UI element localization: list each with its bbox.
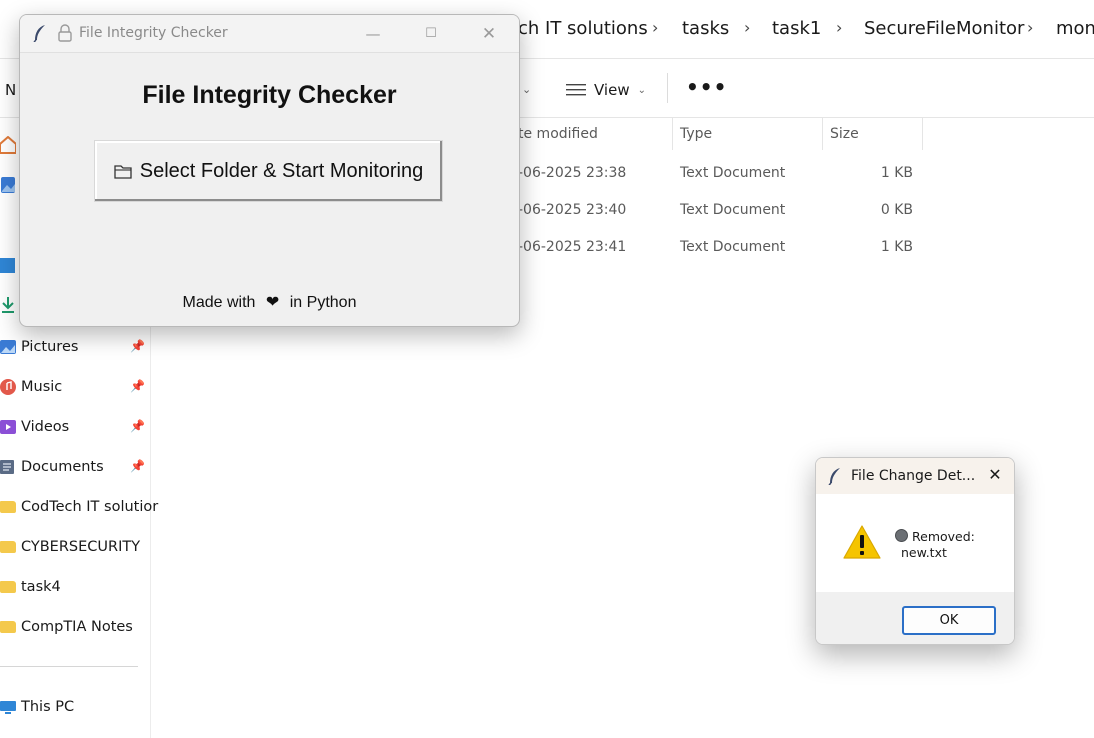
file-integrity-checker-window: File Integrity Checker — ☐ ✕ File Integr… — [19, 14, 520, 327]
breadcrumb-chevron-icon[interactable]: › — [1027, 18, 1033, 37]
minimize-button[interactable]: — — [362, 23, 384, 45]
pin-icon[interactable]: 📌 — [130, 419, 145, 433]
footer-suffix: in Python — [289, 294, 357, 311]
file-type: Text Document — [680, 202, 786, 218]
sidebar-item-label: Music — [21, 379, 63, 395]
column-header-type[interactable]: Type — [680, 126, 712, 142]
feather-icon — [828, 468, 840, 485]
lock-icon — [58, 24, 72, 42]
download-icon[interactable] — [0, 296, 16, 314]
new-button[interactable]: N — [5, 81, 16, 99]
column-divider[interactable] — [822, 118, 823, 150]
toolbar-divider — [667, 73, 668, 103]
sidebar-item-this-pc[interactable]: This PC — [0, 688, 150, 728]
file-type: Text Document — [680, 239, 786, 255]
footer-prefix: Made with — [182, 294, 256, 311]
sidebar-item-label: Documents — [21, 459, 104, 475]
ok-button[interactable]: OK — [902, 606, 996, 635]
pin-icon[interactable]: 📌 — [130, 379, 145, 393]
sidebar-item-music[interactable]: Music 📌 — [0, 368, 150, 408]
sidebar-item-task4[interactable]: task4 — [0, 568, 150, 608]
breadcrumb-item-codtech[interactable]: ch IT solutions — [518, 18, 648, 39]
sidebar-item-documents[interactable]: Documents 📌 — [0, 448, 150, 488]
column-header-size[interactable]: Size — [830, 126, 859, 142]
breadcrumb-item-monitor[interactable]: moni — [1056, 18, 1094, 39]
folder-icon — [114, 164, 132, 179]
folder-icon — [0, 581, 16, 593]
breadcrumb-item-securefilemonitor[interactable]: SecureFileMonitor — [864, 18, 1024, 39]
view-button[interactable]: View ⌄ — [566, 79, 646, 101]
close-button[interactable]: ✕ — [478, 23, 500, 45]
message-line-1: Removed: — [912, 529, 975, 544]
sidebar-item-label: CompTIA Notes — [21, 619, 133, 635]
select-folder-start-monitoring-button[interactable]: Select Folder & Start Monitoring — [94, 140, 443, 202]
sidebar-item-pictures[interactable]: Pictures 📌 — [0, 328, 150, 368]
sidebar-item-codtech[interactable]: CodTech IT solutior — [0, 488, 158, 528]
more-options-button[interactable]: ••• — [686, 75, 727, 99]
window-titlebar[interactable]: File Integrity Checker — ☐ ✕ — [20, 15, 519, 53]
column-header-date-modified[interactable]: te modified — [518, 126, 598, 142]
column-divider[interactable] — [922, 118, 923, 150]
pin-icon[interactable]: 📌 — [130, 459, 145, 473]
file-size: 1 KB — [880, 239, 913, 255]
status-dot-icon — [895, 529, 908, 542]
pictures-icon — [0, 340, 16, 354]
chevron-down-icon[interactable]: ⌄ — [522, 83, 531, 96]
view-list-icon — [566, 84, 586, 96]
folder-icon — [0, 541, 16, 553]
close-button[interactable]: ✕ — [984, 464, 1006, 486]
desktop-icon[interactable] — [0, 258, 15, 273]
gallery-icon[interactable] — [0, 176, 16, 194]
sidebar-divider — [0, 666, 138, 667]
breadcrumb-chevron-icon[interactable]: › — [836, 18, 842, 37]
music-icon — [0, 379, 16, 395]
sidebar-item-label: This PC — [21, 699, 75, 715]
file-change-dialog: File Change Det... ✕ Removed: new.txt OK — [815, 457, 1015, 645]
page-title: File Integrity Checker — [142, 81, 397, 109]
file-date: -06-2025 23:41 — [518, 239, 627, 255]
sidebar-item-label: CYBERSECURITY — [21, 539, 141, 555]
breadcrumb-chevron-icon[interactable]: › — [744, 18, 750, 37]
file-row[interactable]: -06-2025 23:41 Text Document 1 KB — [510, 230, 930, 267]
sidebar-item-label: task4 — [21, 579, 61, 595]
sidebar-item-label: CodTech IT solutior — [21, 499, 159, 515]
message-line-2: new.txt — [901, 545, 947, 560]
dialog-footer: OK — [816, 592, 1014, 644]
chevron-down-icon: ⌄ — [637, 84, 646, 96]
home-icon[interactable] — [0, 136, 16, 154]
dialog-message: Removed: new.txt — [895, 529, 975, 561]
file-type: Text Document — [680, 165, 786, 181]
file-row[interactable]: -06-2025 23:38 Text Document 1 KB — [510, 156, 930, 193]
file-row[interactable]: -06-2025 23:40 Text Document 0 KB — [510, 193, 930, 230]
videos-icon — [0, 420, 16, 434]
documents-icon — [0, 460, 14, 474]
feather-icon — [33, 25, 45, 42]
breadcrumb-item-tasks[interactable]: tasks — [682, 18, 729, 39]
folder-icon — [0, 501, 16, 513]
breadcrumb-chevron-icon[interactable]: › — [652, 18, 658, 37]
column-divider[interactable] — [672, 118, 673, 150]
dialog-title: File Change Det... — [851, 468, 976, 484]
footer-credit: Made with ❤ in Python — [20, 292, 519, 312]
warning-icon — [843, 525, 881, 559]
file-date: -06-2025 23:38 — [518, 165, 627, 181]
computer-icon — [0, 701, 16, 714]
sidebar-item-label: Pictures — [21, 339, 79, 355]
dialog-titlebar[interactable]: File Change Det... ✕ — [816, 458, 1014, 494]
button-label: Select Folder & Start Monitoring — [139, 159, 424, 182]
file-size: 0 KB — [880, 202, 913, 218]
sidebar-item-comptia-notes[interactable]: CompTIA Notes — [0, 608, 150, 648]
window-title: File Integrity Checker — [79, 25, 228, 41]
sidebar-item-cybersecurity[interactable]: CYBERSECURITY — [0, 528, 150, 568]
maximize-button[interactable]: ☐ — [420, 23, 442, 45]
file-size: 1 KB — [880, 165, 913, 181]
view-label: View — [594, 81, 630, 99]
file-date: -06-2025 23:40 — [518, 202, 627, 218]
sidebar-item-label: Videos — [21, 419, 70, 435]
folder-icon — [0, 621, 16, 633]
breadcrumb-item-task1[interactable]: task1 — [772, 18, 821, 39]
heart-icon: ❤ — [265, 294, 280, 311]
pin-icon[interactable]: 📌 — [130, 339, 145, 353]
sidebar-item-videos[interactable]: Videos 📌 — [0, 408, 150, 448]
